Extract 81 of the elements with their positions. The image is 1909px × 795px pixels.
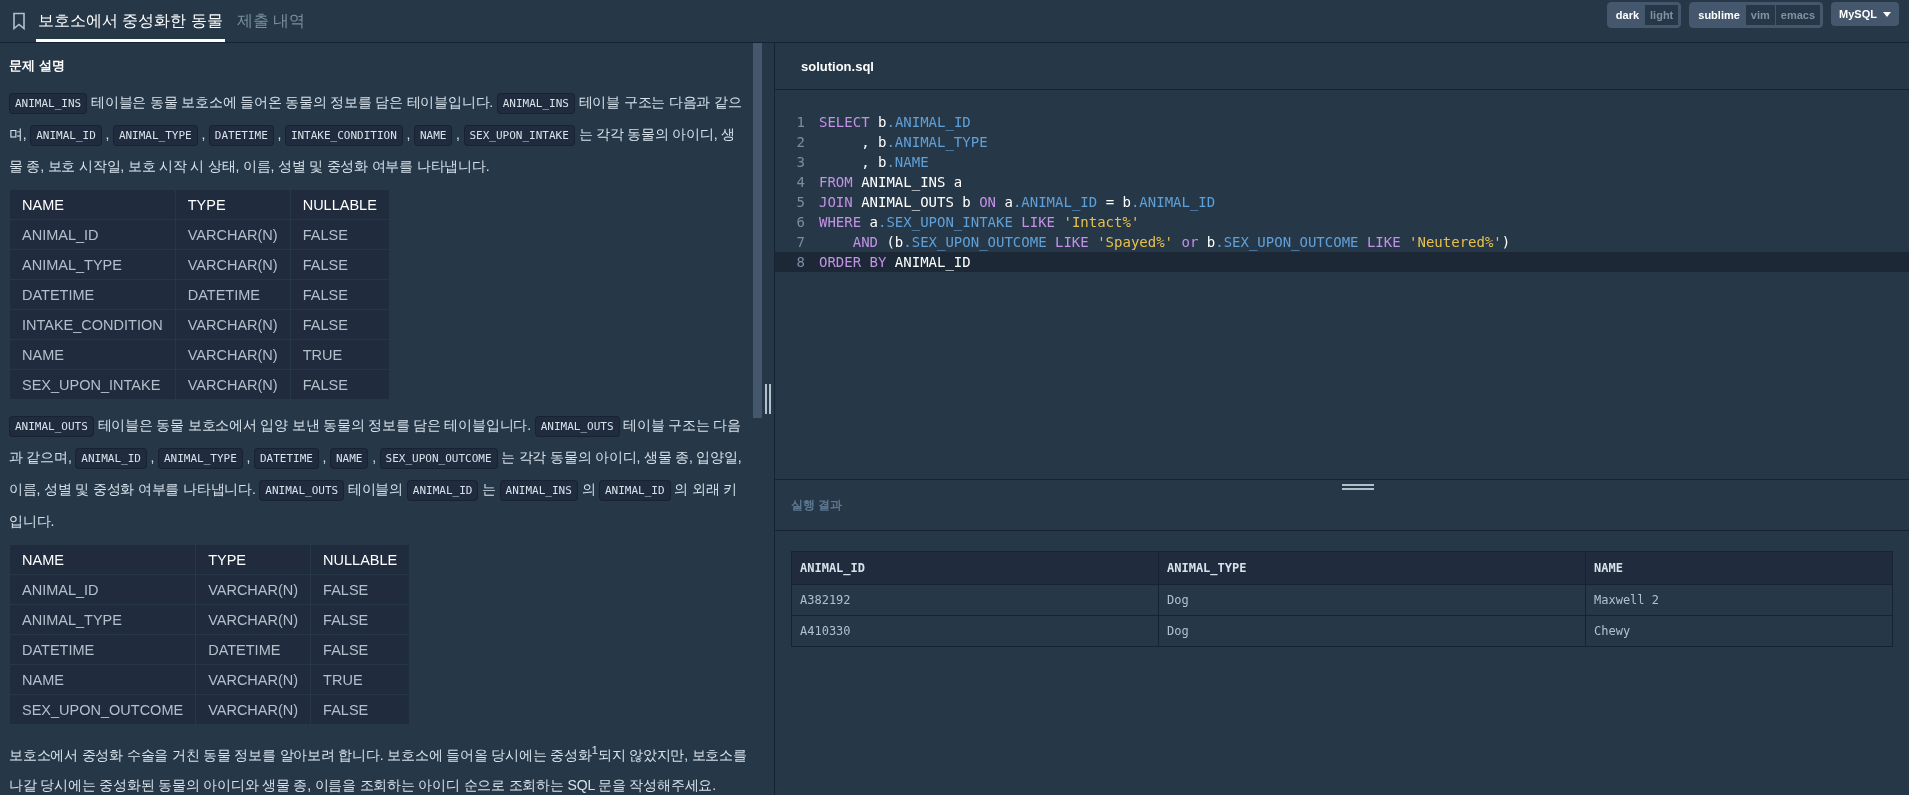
table-cell: DATETIME [195, 634, 311, 665]
line-number: 4 [795, 174, 806, 190]
table-cell: NAME [9, 339, 176, 370]
column-header: NAME [9, 544, 196, 575]
table-cell: DATETIME [175, 279, 291, 310]
table-cell: VARCHAR(N) [175, 339, 291, 370]
line-number: 1 [795, 114, 806, 130]
table-cell: ANIMAL_ID [9, 219, 176, 250]
table-cell: ANIMAL_TYPE [9, 249, 176, 280]
description-paragraph: ANIMAL_INS 테이블은 동물 보호소에 들어온 동물의 정보를 담은 테이블입니다. ANIMAL_INS 테이블 구조는 다음과 같으며, ANIMAL_ID , ANIMAL_TYPE , DATETIME , INTAKE_CONDITION , NAME , SEX_UPON_INTAKE 는 각각 동물의 아이디, 생물 종, 보호 시작일, 보호 시작 시 상태, 이름, 성별 및 중성화 여부를 나타냅니다. [9, 92, 743, 176]
column-header: ANIMAL_ID [791, 551, 1159, 585]
tab[interactable]: 제출 내역 [234, 0, 308, 42]
code-line: JOIN ANIMAL_OUTS b ON a.ANIMAL_ID = b.ANIMAL_ID [819, 194, 1216, 210]
code-line: ORDER BY ANIMAL_ID [819, 254, 971, 270]
column-header: NAME [9, 189, 176, 220]
section-heading: 문제 설명 [9, 57, 66, 75]
column-header: TYPE [175, 189, 291, 220]
table-cell: ANIMAL_TYPE [9, 604, 196, 635]
line-number: 5 [795, 194, 806, 210]
code-line: SELECT b.ANIMAL_ID [819, 114, 971, 130]
table-cell: FALSE [310, 634, 410, 665]
theme-option[interactable]: light [1644, 5, 1679, 25]
code-line: , b.ANIMAL_TYPE [860, 134, 988, 150]
tab[interactable]: 보호소에서 중성화한 동물 [36, 0, 225, 42]
table-cell: VARCHAR(N) [175, 249, 291, 280]
code-line: WHERE a.SEX_UPON_INTAKE LIKE 'Intact%' [819, 214, 1140, 230]
table-cell: VARCHAR(N) [195, 664, 311, 695]
table-cell: Dog [1158, 615, 1586, 647]
table-cell: TRUE [310, 664, 410, 695]
table-cell: Maxwell 2 [1585, 584, 1893, 616]
table-cell: FALSE [290, 309, 390, 340]
table-cell: Dog [1158, 584, 1586, 616]
table-cell: FALSE [310, 694, 410, 725]
line-number: 8 [795, 254, 806, 270]
column-header: NAME [1585, 551, 1893, 585]
table-cell: Chewy [1585, 615, 1893, 647]
code-line: , b.NAME [860, 154, 929, 170]
line-number: 2 [795, 134, 806, 150]
result-heading: 실행 결과 [791, 496, 843, 514]
bookmark-icon[interactable] [12, 12, 26, 30]
line-number: 3 [795, 154, 806, 170]
code-line: FROM ANIMAL_INS a [819, 174, 963, 190]
table-cell: VARCHAR(N) [175, 369, 291, 400]
table-cell: NAME [9, 664, 196, 695]
table-cell: INTAKE_CONDITION [9, 309, 176, 340]
table-cell: VARCHAR(N) [175, 309, 291, 340]
table-cell: VARCHAR(N) [195, 604, 311, 635]
table-cell: FALSE [290, 369, 390, 400]
table-cell: SEX_UPON_INTAKE [9, 369, 176, 400]
column-header: NULLABLE [310, 544, 410, 575]
description-paragraph: 보호소에서 중성화 수술을 거친 동물 정보를 알아보려 합니다. 보호소에 들어올 당시에는 중성화$^{1}$되지 않았지만, 보호소를 나갈 당시에는 중성화된 동물의 아이디와 생물 종, 이름을 조회하는 아이디 순으로 조회하는 SQL 문을 작성해주세요. [9, 742, 747, 795]
table-cell: VARCHAR(N) [195, 694, 311, 725]
scrollbar[interactable] [753, 43, 762, 418]
column-header: NULLABLE [290, 189, 390, 220]
file-name: solution.sql [801, 58, 874, 74]
column-header: TYPE [195, 544, 311, 575]
table-cell: A410330 [791, 615, 1159, 647]
description-paragraph: ANIMAL_OUTS 테이블은 동물 보호소에서 입양 보낸 동물의 정보를 담은 테이블입니다. ANIMAL_OUTS 테이블 구조는 다음과 같으며, ANIMAL_ID , ANIMAL_TYPE , DATETIME , NAME , SEX_UPON_OUTCOME 는 각각 동물의 아이디, 생물 종, 입양일, 이름, 성별 및 중성화 여부를 나타냅니다. ANIMAL_OUTS 테이블의 ANIMAL_ID 는 ANIMAL_INS 의 ANIMAL_ID 의 외래 키입니다. [9, 415, 743, 531]
line-number: 6 [795, 214, 806, 230]
splitter-handle[interactable] [765, 384, 771, 414]
line-number: 7 [795, 234, 806, 250]
table-cell: VARCHAR(N) [195, 574, 311, 605]
resize-handle[interactable] [1342, 484, 1374, 490]
table-cell: ANIMAL_ID [9, 574, 196, 605]
table-cell: FALSE [310, 574, 410, 605]
code-line: AND (b.SEX_UPON_OUTCOME LIKE 'Spayed%' or b.SEX_UPON_OUTCOME LIKE 'Neutered%') [851, 234, 1511, 250]
table-cell: DATETIME [9, 279, 176, 310]
table-cell: FALSE [290, 219, 390, 250]
table-cell: DATETIME [9, 634, 196, 665]
table-cell: FALSE [310, 604, 410, 635]
column-header: ANIMAL_TYPE [1158, 551, 1586, 585]
table-cell: VARCHAR(N) [175, 219, 291, 250]
language-dropdown[interactable]: MySQL [1831, 2, 1899, 26]
table-cell: TRUE [290, 339, 390, 370]
keymap-option[interactable]: emacs [1774, 5, 1821, 25]
caret-icon [1883, 11, 1891, 17]
keymap-option[interactable]: vim [1744, 5, 1775, 25]
table-cell: A382192 [791, 584, 1159, 616]
table-cell: SEX_UPON_OUTCOME [9, 694, 196, 725]
table-cell: FALSE [290, 249, 390, 280]
table-cell: FALSE [290, 279, 390, 310]
